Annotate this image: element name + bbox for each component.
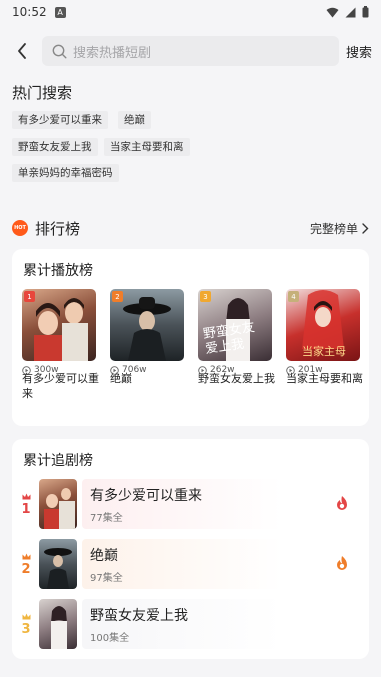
hot-badge-icon: HOT [12, 220, 28, 236]
status-time: 10:52 [12, 5, 47, 19]
episode-count: 77集全 [90, 513, 123, 524]
follow-ranking-item[interactable]: 1 有多少爱可以重来 77集全 [12, 479, 369, 533]
chevron-right-icon [362, 222, 369, 234]
status-icons [326, 6, 369, 18]
back-button[interactable] [12, 41, 32, 61]
crown-icon [22, 493, 30, 500]
hot-search-tag[interactable]: 野蛮女友爱上我 [12, 138, 98, 156]
cover-art [44, 488, 75, 529]
rank-number: 2 [20, 553, 32, 577]
full-list-link[interactable]: 完整榜单 [310, 220, 369, 237]
follow-ranking-item[interactable]: 3 野蛮女友爱上我 100集全 [12, 599, 369, 653]
wifi-icon [326, 7, 339, 17]
play-count-value: 706w [122, 365, 147, 375]
drama-name: 绝巅 [90, 548, 118, 564]
play-count: 300w [22, 365, 59, 375]
search-icon [52, 44, 67, 58]
cover-title: 当家主母 [302, 345, 346, 358]
follow-ranking-item[interactable]: 2 绝巅 97集全 [12, 539, 369, 593]
drama-cover: 1 [22, 289, 96, 361]
hot-search-title: 热门搜索 [12, 84, 73, 102]
rank-badge: 1 [24, 291, 35, 302]
rank-number: 3 [20, 613, 32, 637]
play-count: 706w [110, 365, 147, 375]
play-count: 262w [198, 365, 235, 375]
flame-icon [337, 496, 347, 510]
rank-digit: 2 [21, 562, 31, 577]
episode-count: 100集全 [90, 633, 130, 644]
notification-icon: A [54, 6, 66, 18]
search-placeholder: 搜索热播短剧 [73, 45, 152, 61]
rank-badge: 4 [288, 291, 299, 302]
rank-badge: 3 [200, 291, 211, 302]
drama-name: 野蛮女友爱上我 [90, 608, 188, 624]
follow-ranking-card: 累计追剧榜 1 有多少爱可以重来 77集全 2 绝巅 97集全 3 野蛮女友爱上… [12, 439, 369, 659]
play-icon [110, 365, 119, 375]
follow-ranking-title: 累计追剧榜 [23, 453, 93, 469]
signal-icon [345, 7, 356, 17]
ranking-header: HOT 排行榜 完整榜单 [12, 216, 369, 240]
play-icon [22, 365, 31, 375]
rank-badge: 2 [112, 291, 123, 302]
hot-search-tag[interactable]: 绝巅 [118, 111, 151, 129]
crown-icon [22, 613, 30, 620]
drama-name: 有多少爱可以重来 [22, 372, 99, 400]
full-list-label: 完整榜单 [309, 221, 358, 236]
chevron-left-icon [18, 43, 26, 59]
crown-icon [22, 553, 30, 560]
play-count: 201w [286, 365, 323, 375]
drama-cover [39, 599, 77, 649]
flame-icon [337, 556, 347, 570]
play-icon [198, 365, 207, 375]
play-ranking-card: 累计播放榜 1 有多少爱可以重来 300w 2 绝巅 706w 3 野蛮女友爱上… [12, 249, 369, 426]
drama-cover: 2 [110, 289, 184, 361]
play-count-value: 262w [210, 365, 235, 375]
play-count-value: 201w [298, 365, 323, 375]
play-ranking-title: 累计播放榜 [23, 263, 93, 279]
ranking-title: 排行榜 [35, 219, 81, 238]
drama-cover [39, 479, 77, 529]
rank-digit: 1 [21, 502, 31, 517]
search-button[interactable]: 搜索 [346, 42, 372, 61]
play-icon [286, 365, 295, 375]
drama-name: 有多少爱可以重来 [90, 488, 202, 504]
cover-art [51, 606, 67, 649]
rank-digit: 3 [21, 622, 31, 637]
status-bar: 10:52 A [0, 0, 381, 24]
hot-search-tag[interactable]: 有多少爱可以重来 [12, 111, 108, 129]
search-row: 搜索热播短剧 搜索 [0, 36, 381, 66]
search-input[interactable]: 搜索热播短剧 [42, 36, 339, 66]
play-count-value: 300w [34, 365, 59, 375]
drama-cover [39, 539, 77, 589]
rank-number: 1 [20, 493, 32, 517]
hot-search-tag[interactable]: 单亲妈妈的幸福密码 [12, 164, 119, 182]
play-ranking-item[interactable]: 1 有多少爱可以重来 [22, 289, 99, 401]
hot-search-tag[interactable]: 当家主母要和离 [104, 138, 190, 156]
episode-count: 97集全 [90, 573, 123, 584]
drama-cover: 3 野蛮女友爱上我 [198, 289, 272, 361]
battery-icon [362, 6, 369, 18]
drama-cover: 4 当家主母 [286, 289, 360, 361]
cover-art [44, 548, 72, 589]
